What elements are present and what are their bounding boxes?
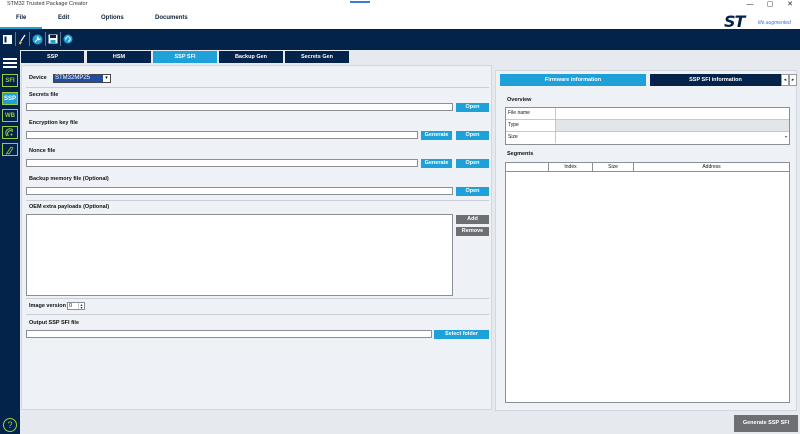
wrench-icon[interactable] (31, 32, 44, 46)
encryption-key-generate-button[interactable]: Generate (421, 131, 452, 140)
divider (26, 200, 489, 201)
column-header-index[interactable]: Index (549, 163, 593, 172)
save-icon[interactable] (46, 32, 59, 46)
tab-ssp-sfi[interactable]: SSP SFI (153, 51, 217, 63)
hamburger-menu-icon[interactable] (3, 58, 17, 68)
tab-secrets-gen[interactable]: Secrets Gen (285, 51, 349, 63)
tab-ssp[interactable]: SSP (21, 51, 84, 63)
divider (26, 298, 489, 299)
toolbar-separator (29, 32, 30, 46)
nonce-file-label: Nonce file (29, 148, 56, 154)
menu-bar: File Edit Options Documents (0, 10, 800, 29)
secrets-open-button[interactable]: Open (456, 103, 489, 112)
nonce-file-input[interactable] (26, 159, 418, 167)
backup-memory-open-button[interactable]: Open (456, 187, 489, 196)
minimize-icon[interactable]: — (740, 0, 760, 10)
encryption-key-input[interactable] (26, 131, 418, 139)
column-header-size[interactable]: Size (593, 163, 634, 172)
ssp-sfi-form: Device STM32MP25 ▾ Secrets file Open Enc… (21, 65, 492, 410)
output-file-input[interactable] (26, 330, 432, 338)
segments-table: Index Size Address (505, 162, 790, 403)
sidebar-item-sfi[interactable]: SFI (2, 74, 18, 87)
segments-header: Index Size Address (506, 163, 789, 172)
device-select[interactable]: STM32MP25 ▾ (53, 74, 111, 83)
oem-payloads-list[interactable] (26, 214, 453, 296)
scroll-down-icon[interactable]: ▾ (783, 132, 789, 142)
overview-title: Overview (507, 97, 532, 103)
window-title: STM32 Trusted Package Creator (7, 1, 88, 7)
title-bar-accent (350, 1, 370, 3)
overview-key: Size (506, 132, 556, 143)
backup-memory-label: Backup memory file (Optional) (29, 176, 109, 182)
sidebar-item-a-icon[interactable] (2, 126, 18, 139)
overview-key: Type (506, 120, 556, 131)
oem-payloads-label: OEM extra payloads (Optional) (29, 204, 110, 210)
menu-edit[interactable]: Edit (58, 15, 69, 21)
add-payload-button[interactable]: Add (456, 215, 489, 224)
table-row: Type (506, 120, 789, 132)
menu-file[interactable]: File (16, 15, 26, 21)
tab-hsm[interactable]: HSM (87, 51, 151, 63)
overview-key: File name (506, 108, 556, 119)
tab-firmware-information[interactable]: Firmware information (500, 74, 646, 86)
title-bar: STM32 Trusted Package Creator — ▢ ✕ (0, 0, 800, 10)
stepper-arrows-icon[interactable]: ▴ ▾ (78, 303, 84, 310)
image-version-label: Image version (29, 303, 66, 309)
table-row: File name (506, 108, 789, 120)
remove-payload-button[interactable]: Remove (456, 227, 489, 236)
divider (26, 314, 489, 315)
menu-documents[interactable]: Documents (155, 15, 188, 21)
device-select-value: STM32MP25 (55, 75, 91, 81)
device-label: Device (29, 75, 47, 81)
chevron-down-icon: ▾ (103, 75, 110, 82)
segments-title: Segments (507, 151, 534, 157)
tab-ssp-sfi-information[interactable]: SSP SFI information (650, 74, 781, 86)
sidebar-item-ssp[interactable]: SSP (2, 92, 18, 105)
nonce-open-button[interactable]: Open (456, 159, 489, 168)
tab-backup-gen[interactable]: Backup Gen (219, 51, 283, 63)
help-icon[interactable]: ? (3, 418, 17, 432)
st-logo-tagline: life.augmented (758, 20, 791, 26)
chevron-right-icon[interactable]: ▸ (789, 74, 797, 86)
info-panel: Firmware information SSP SFI information… (495, 70, 797, 411)
secrets-file-label: Secrets file (29, 92, 59, 98)
sidebar-item-b-icon[interactable] (2, 143, 18, 156)
select-folder-button[interactable]: Select folder (434, 330, 489, 339)
toolbar (0, 29, 800, 50)
encryption-key-open-button[interactable]: Open (456, 131, 489, 140)
secrets-file-input[interactable] (26, 103, 453, 111)
refresh-icon[interactable] (61, 32, 74, 46)
table-row: Size ▾ (506, 132, 789, 144)
backup-memory-input[interactable] (26, 187, 453, 195)
menu-options[interactable]: Options (101, 15, 124, 21)
left-sidebar: SFI SSP WB ? (0, 50, 20, 434)
image-version-stepper[interactable]: 0 ▴ ▾ (67, 302, 85, 310)
sidebar-toggle-icon[interactable] (1, 32, 14, 46)
generate-ssp-sfi-button[interactable]: Generate SSP SFI (734, 415, 798, 432)
chevron-left-icon[interactable]: ◂ (781, 74, 789, 86)
brush-icon[interactable] (16, 32, 29, 46)
divider (26, 87, 489, 88)
encryption-key-label: Encryption key file (29, 120, 78, 126)
column-header-address[interactable]: Address (634, 163, 789, 172)
close-icon[interactable]: ✕ (780, 0, 800, 10)
maximize-icon[interactable]: ▢ (760, 0, 780, 10)
image-version-value: 0 (69, 303, 73, 309)
st-logo: ST life.augmented (720, 12, 800, 31)
output-file-label: Output SSP SFI file (29, 320, 80, 326)
nonce-generate-button[interactable]: Generate (421, 159, 452, 168)
overview-table: File name Type Size ▾ (505, 107, 790, 145)
column-header (506, 163, 549, 172)
sidebar-item-wb[interactable]: WB (2, 109, 18, 122)
